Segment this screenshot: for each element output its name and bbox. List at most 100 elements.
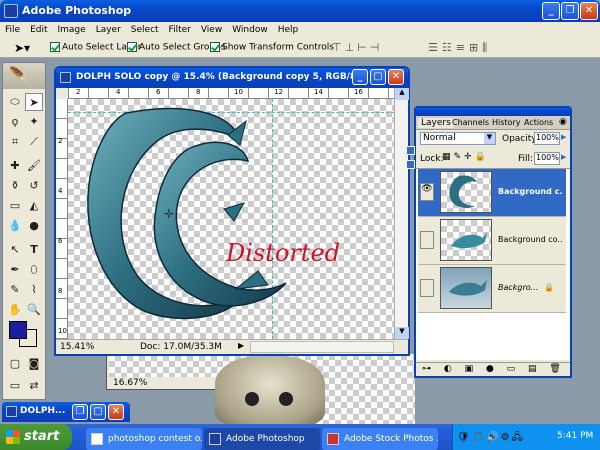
options-bar: ➤▾ Auto Select Layer Auto Select Groups … [0, 38, 600, 58]
crop-tool-icon[interactable]: ⌗ [6, 133, 24, 151]
hand-tool-icon[interactable]: ✋ [6, 301, 24, 319]
taskbar-item-ie[interactable]: photoshop contest o... [86, 428, 202, 450]
taskbar-item-stock-photos[interactable]: Adobe Stock Photos ... [322, 428, 438, 450]
fill-arrow-icon[interactable]: ▶ [561, 153, 566, 161]
layer-actions-icons[interactable]: ⊶ ◐ ▣ ● ▭ ▤ 🗑 [422, 364, 566, 374]
document-titlebar[interactable]: DOLPH SOLO copy @ 15.4% (Background copy… [56, 68, 408, 88]
min-maximize-button[interactable]: ▢ [90, 404, 106, 420]
scroll-down-button[interactable]: ▼ [395, 327, 409, 339]
taskbar-item-photoshop[interactable]: Adobe Photoshop [204, 428, 320, 450]
marquee-tool-icon[interactable]: ⬭ [6, 93, 24, 111]
brush-tool-icon[interactable]: 🖌 [25, 157, 43, 175]
menu-layer[interactable]: Layer [91, 22, 126, 38]
screen-mode-icon[interactable]: ▭ [6, 377, 24, 395]
stamp-tool-icon[interactable]: ⚱ [6, 177, 24, 195]
shape-tool-icon[interactable]: ⬯ [25, 261, 43, 279]
healing-tool-icon[interactable]: ✚ [6, 157, 24, 175]
close-button[interactable]: ✕ [580, 2, 598, 20]
type-tool-icon[interactable]: T [25, 241, 43, 259]
zoom-field[interactable]: 15.41% [60, 342, 94, 352]
checkbox-icon[interactable] [210, 42, 220, 52]
eyedropper-tool-icon[interactable]: ⌇ [25, 281, 43, 299]
lasso-tool-icon[interactable]: ϙ [6, 113, 24, 131]
show-transform-controls-option[interactable]: Show Transform Controls [210, 42, 334, 53]
palette-tabs: Layers Channels History Actions ◉ [416, 116, 570, 130]
ps-doc-icon [6, 406, 17, 417]
tab-channels[interactable]: Channels [452, 118, 489, 127]
menu-help[interactable]: Help [273, 22, 304, 38]
opacity-arrow-icon[interactable]: ▶ [561, 133, 566, 141]
palette-dock-button-2[interactable] [406, 160, 415, 169]
menu-select[interactable]: Select [126, 22, 164, 38]
align-icons[interactable]: ⊤⊥⊢⊣ [332, 41, 382, 54]
status-menu-arrow-icon[interactable]: ▶ [238, 341, 244, 350]
tab-actions[interactable]: Actions [524, 118, 553, 127]
magic-wand-icon[interactable]: ✦ [25, 113, 43, 131]
palette-menu-icon[interactable]: ◉ [559, 117, 567, 127]
vertical-scrollbar[interactable]: ▲ ▼ [394, 88, 409, 339]
distribute-icons[interactable]: ☰☷≡⊞⫼ [428, 41, 491, 55]
menu-edit[interactable]: Edit [25, 22, 52, 38]
doc-maximize-button[interactable]: ▢ [370, 69, 386, 85]
quickmask-on-icon[interactable]: ◙ [25, 355, 43, 373]
fill-field[interactable]: 100% [534, 152, 560, 165]
photoshop-icon [209, 433, 221, 445]
menu-window[interactable]: Window [227, 22, 273, 38]
minimized-document[interactable]: DOLPH... ❐ ▢ ✕ [2, 402, 130, 422]
layer-row[interactable]: 👁 Background c... [418, 169, 566, 217]
checkbox-icon[interactable] [127, 42, 137, 52]
menu-view[interactable]: View [196, 22, 227, 38]
pen-tool-icon[interactable]: ✒ [6, 261, 24, 279]
layer-thumbnail [440, 171, 492, 213]
bucket-tool-icon[interactable]: ◭ [25, 197, 43, 215]
minimize-button[interactable]: _ [542, 2, 560, 20]
scroll-up-button[interactable]: ▲ [395, 88, 409, 100]
stock-photos-icon [327, 433, 339, 445]
maximize-button[interactable]: ❐ [561, 2, 579, 20]
jump-to-imageready-icon[interactable]: ⇄ [25, 377, 43, 395]
start-button[interactable]: start [0, 424, 72, 450]
opacity-field[interactable]: 100% [534, 132, 560, 145]
zoom-tool-icon[interactable]: 🔍 [25, 301, 43, 319]
eye-icon[interactable]: 👁 [420, 183, 434, 201]
lock-icons[interactable]: ▦✎✛🔒 [442, 152, 489, 162]
photoshop-icon [4, 4, 18, 18]
path-select-icon[interactable]: ↖ [6, 241, 24, 259]
layer-row[interactable]: Background co... [418, 217, 566, 265]
tray-icons[interactable]: 🛡🎵🔊⚙🖧 [457, 430, 525, 447]
doc-close-button[interactable]: ✕ [388, 69, 404, 85]
toolbox: 🪶 ⬭ ➤ ϙ ✦ ⌗ ⟋ ✚ 🖌 ⚱ ↺ ▭ ◭ 💧 ● ↖ T ✒ ⬯ ✎ … [2, 62, 46, 400]
menu-file[interactable]: File [0, 22, 25, 38]
blend-mode-select[interactable]: Normal ▼ [420, 132, 496, 145]
menu-image[interactable]: Image [53, 22, 91, 38]
system-tray: 🛡🎵🔊⚙🖧 5:41 PM [452, 424, 600, 450]
quickmask-off-icon[interactable]: ▢ [6, 355, 24, 373]
dodge-tool-icon[interactable]: ● [25, 217, 43, 235]
eye-icon[interactable] [420, 279, 434, 297]
palette-side-buttons [406, 146, 416, 176]
menu-filter[interactable]: Filter [164, 22, 196, 38]
layers-list: 👁 Background c... Background co... Backg… [416, 168, 570, 360]
eye-icon[interactable] [420, 231, 434, 249]
blur-tool-icon[interactable]: 💧 [6, 217, 24, 235]
eraser-tool-icon[interactable]: ▭ [6, 197, 24, 215]
layer-row[interactable]: Backgro... 🔒 [418, 265, 566, 313]
move-tool-icon[interactable]: ➤ [25, 93, 43, 111]
history-brush-icon[interactable]: ↺ [25, 177, 43, 195]
doc-minimize-button[interactable]: _ [352, 69, 368, 85]
canvas[interactable]: Distorted ✛ [68, 99, 394, 339]
move-tool-icon[interactable]: ➤▾ [14, 41, 30, 55]
tab-history[interactable]: History [492, 118, 520, 127]
slice-tool-icon[interactable]: ⟋ [25, 133, 43, 151]
palette-titlebar[interactable] [416, 108, 570, 116]
horizontal-scrollbar[interactable] [250, 341, 394, 353]
skull-image [215, 356, 325, 426]
notes-tool-icon[interactable]: ✎ [6, 281, 24, 299]
palette-dock-button[interactable] [406, 146, 415, 155]
min-restore-button[interactable]: ❐ [72, 404, 88, 420]
foreground-color-swatch[interactable] [9, 321, 27, 339]
tab-layers[interactable]: Layers [418, 118, 454, 128]
min-close-button[interactable]: ✕ [108, 404, 124, 420]
fill-label: Fill: [518, 154, 534, 164]
checkbox-icon[interactable] [50, 42, 60, 52]
